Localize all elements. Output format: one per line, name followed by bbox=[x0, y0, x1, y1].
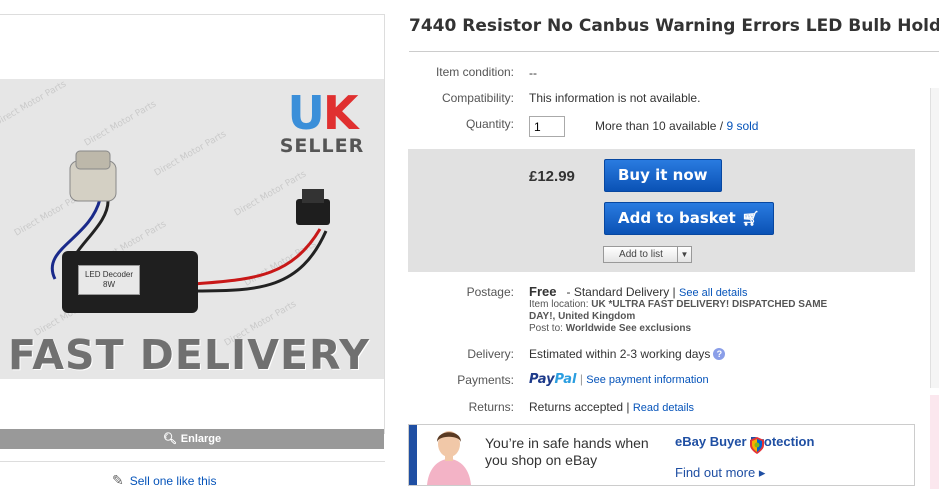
post-to-value: Worldwide bbox=[565, 323, 617, 334]
condition-label: Item condition: bbox=[435, 65, 514, 79]
postage-summary: Free - Standard Delivery | See all detai… bbox=[529, 284, 748, 299]
buyer-protection-title: eBay Buyer Protection bbox=[675, 434, 815, 449]
paypal-logo: PayPal bbox=[529, 372, 576, 387]
see-exclusions-link[interactable]: See exclusions bbox=[619, 323, 691, 334]
post-to: Post to: Worldwide See exclusions bbox=[529, 323, 691, 334]
item-location: Item location: UK *ULTRA FAST DELIVERY! … bbox=[529, 299, 827, 310]
logo-letter-u: U bbox=[287, 86, 324, 140]
find-out-more-link[interactable]: Find out more ▸ bbox=[675, 465, 765, 481]
decoder-label: LED Decoder 8W bbox=[78, 265, 140, 295]
quantity-availability: More than 10 available / 9 sold bbox=[595, 119, 758, 133]
shield-icon bbox=[750, 437, 764, 454]
postage-free: Free bbox=[529, 284, 557, 299]
payments-value: PayPal | See payment information bbox=[529, 372, 709, 387]
adjacent-panel-edge bbox=[930, 88, 939, 388]
adjacent-panel-edge bbox=[930, 395, 939, 489]
returns-value: Returns accepted | Read details bbox=[529, 400, 694, 414]
see-all-details-link[interactable]: See all details bbox=[679, 287, 748, 299]
buy-it-now-label: Buy it now bbox=[618, 166, 708, 184]
item-title: 7440 Resistor No Canbus Warning Errors L… bbox=[409, 16, 939, 36]
returns-accepted: Returns accepted | bbox=[529, 400, 630, 414]
delivery-value: Estimated within 2-3 working days? bbox=[529, 347, 726, 361]
image-gallery: Direct Motor Parts Direct Motor Parts Di… bbox=[0, 14, 385, 449]
price-tag-icon: ✎ bbox=[112, 472, 124, 488]
uk-seller-logo: UK SELLER bbox=[272, 89, 372, 157]
cart-icon: 🛒︎ bbox=[741, 211, 760, 227]
postage-service: - Standard Delivery | bbox=[566, 285, 676, 299]
fast-delivery-banner: FAST DELIVERY bbox=[8, 331, 370, 379]
item-location-line-2: DAY!, United Kingdom bbox=[529, 311, 635, 322]
read-details-link[interactable]: Read details bbox=[633, 402, 694, 414]
buyer-protection-banner[interactable]: You’re in safe hands when you shop on eB… bbox=[408, 424, 915, 486]
item-location-value: UK *ULTRA FAST DELIVERY! DISPATCHED SAME bbox=[591, 299, 828, 310]
add-to-list-label: Add to list bbox=[619, 249, 663, 260]
safe-hands-text: You’re in safe hands when you shop on eB… bbox=[485, 435, 649, 468]
magnifier-icon: 🔍︎ bbox=[162, 433, 177, 445]
chevron-down-icon[interactable]: ▼ bbox=[677, 247, 691, 262]
add-to-basket-button[interactable]: Add to basket 🛒︎ bbox=[604, 202, 774, 235]
paypal-logo-pay: Pay bbox=[529, 372, 555, 387]
quantity-input[interactable] bbox=[529, 116, 565, 137]
paypal-logo-pal: Pal bbox=[554, 372, 577, 387]
enlarge-button[interactable]: 🔍︎ Enlarge bbox=[0, 429, 384, 449]
post-to-label: Post to: bbox=[529, 323, 563, 334]
accent-bar bbox=[409, 425, 417, 485]
condition-value: -- bbox=[529, 66, 537, 80]
logo-letter-k: K bbox=[322, 86, 359, 140]
sell-one-like-this-link[interactable]: ✎ Sell one like this bbox=[112, 472, 216, 489]
divider bbox=[0, 461, 385, 462]
compatibility-value: This information is not available. bbox=[529, 91, 701, 105]
logo-seller-text: SELLER bbox=[279, 135, 365, 157]
enlarge-label: Enlarge bbox=[180, 433, 222, 445]
help-icon[interactable]: ? bbox=[713, 348, 726, 360]
sold-count-link[interactable]: 9 sold bbox=[726, 119, 758, 133]
item-location-value-2: DAY!, United Kingdom bbox=[529, 311, 636, 322]
product-photo[interactable]: Direct Motor Parts Direct Motor Parts Di… bbox=[0, 79, 384, 379]
delivery-label: Delivery: bbox=[467, 347, 514, 361]
returns-label: Returns: bbox=[468, 400, 514, 414]
delivery-estimate: Estimated within 2-3 working days bbox=[529, 347, 711, 361]
see-payment-info-link[interactable]: See payment information bbox=[586, 374, 708, 386]
quantity-label: Quantity: bbox=[465, 117, 514, 131]
sell-one-label: Sell one like this bbox=[129, 474, 217, 488]
item-price: £12.99 bbox=[529, 168, 575, 185]
support-agent-image bbox=[423, 427, 475, 485]
payments-label: Payments: bbox=[457, 373, 514, 387]
buy-it-now-button[interactable]: Buy it now bbox=[604, 159, 722, 192]
divider bbox=[409, 51, 939, 52]
add-to-list-dropdown[interactable]: Add to list ▼ bbox=[603, 246, 692, 263]
available-text: More than 10 available / bbox=[595, 119, 724, 133]
add-to-basket-label: Add to basket bbox=[618, 209, 736, 227]
compatibility-label: Compatibility: bbox=[441, 91, 514, 105]
item-location-label: Item location: bbox=[529, 299, 589, 310]
postage-label: Postage: bbox=[466, 285, 514, 299]
